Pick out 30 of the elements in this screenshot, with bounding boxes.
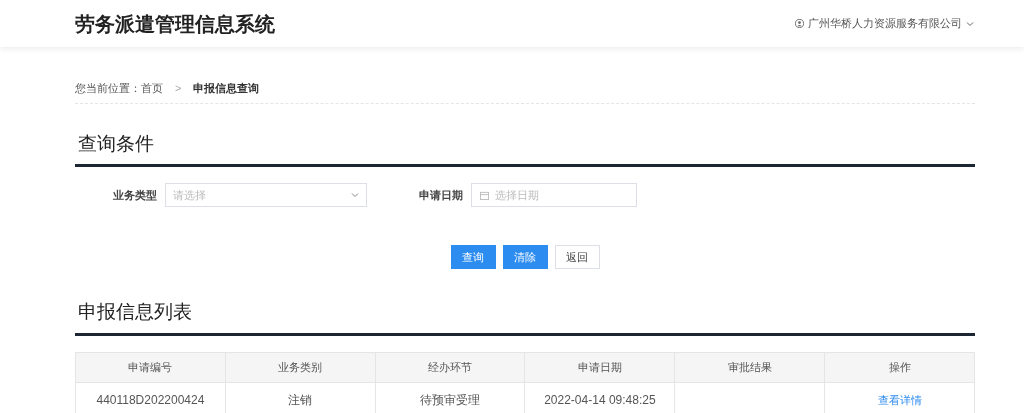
calendar-icon (480, 190, 489, 200)
system-title: 劳务派遣管理信息系统 (75, 11, 275, 37)
breadcrumb-link[interactable]: 首页 (141, 80, 163, 97)
action-button[interactable]: 清除 (502, 245, 548, 269)
field-label: 申请日期 (419, 187, 463, 203)
column-header: 申请编号 (75, 352, 226, 382)
date-field[interactable]: 选择日期 (471, 183, 637, 207)
table-cell: 2022-04-14 09:48:25 (544, 393, 656, 407)
breadcrumb-separator: > (174, 81, 183, 96)
action-button[interactable]: 查询 (450, 245, 496, 269)
select-field[interactable]: 请选择 (165, 183, 367, 207)
breadcrumb-current: 申报信息查询 (193, 81, 260, 96)
column-header: 申请日期 (525, 352, 675, 382)
user-icon (795, 19, 804, 28)
table-cell: 注销 (288, 393, 313, 407)
detail-link[interactable]: 查看详情 (877, 393, 922, 406)
column-header: 业务类别 (225, 352, 376, 382)
column-header: 操作 (824, 352, 975, 382)
table-cell: 待预审受理 (420, 393, 481, 407)
breadcrumb-label: 您当前位置： (75, 81, 141, 96)
section-title: 申报信息列表 (75, 298, 975, 336)
field-label: 业务类型 (113, 187, 157, 203)
action-button[interactable]: 返回 (554, 245, 600, 269)
column-header: 审批结果 (674, 352, 825, 382)
company-name[interactable]: 广州华桥人力资源服务有限公司 (808, 15, 962, 32)
section-title: 查询条件 (75, 129, 975, 167)
column-header: 经办环节 (375, 352, 525, 382)
chevron-down-icon[interactable] (966, 20, 974, 27)
chevron-down-icon (351, 192, 359, 198)
table-cell: 440118D202200424 (96, 393, 205, 407)
